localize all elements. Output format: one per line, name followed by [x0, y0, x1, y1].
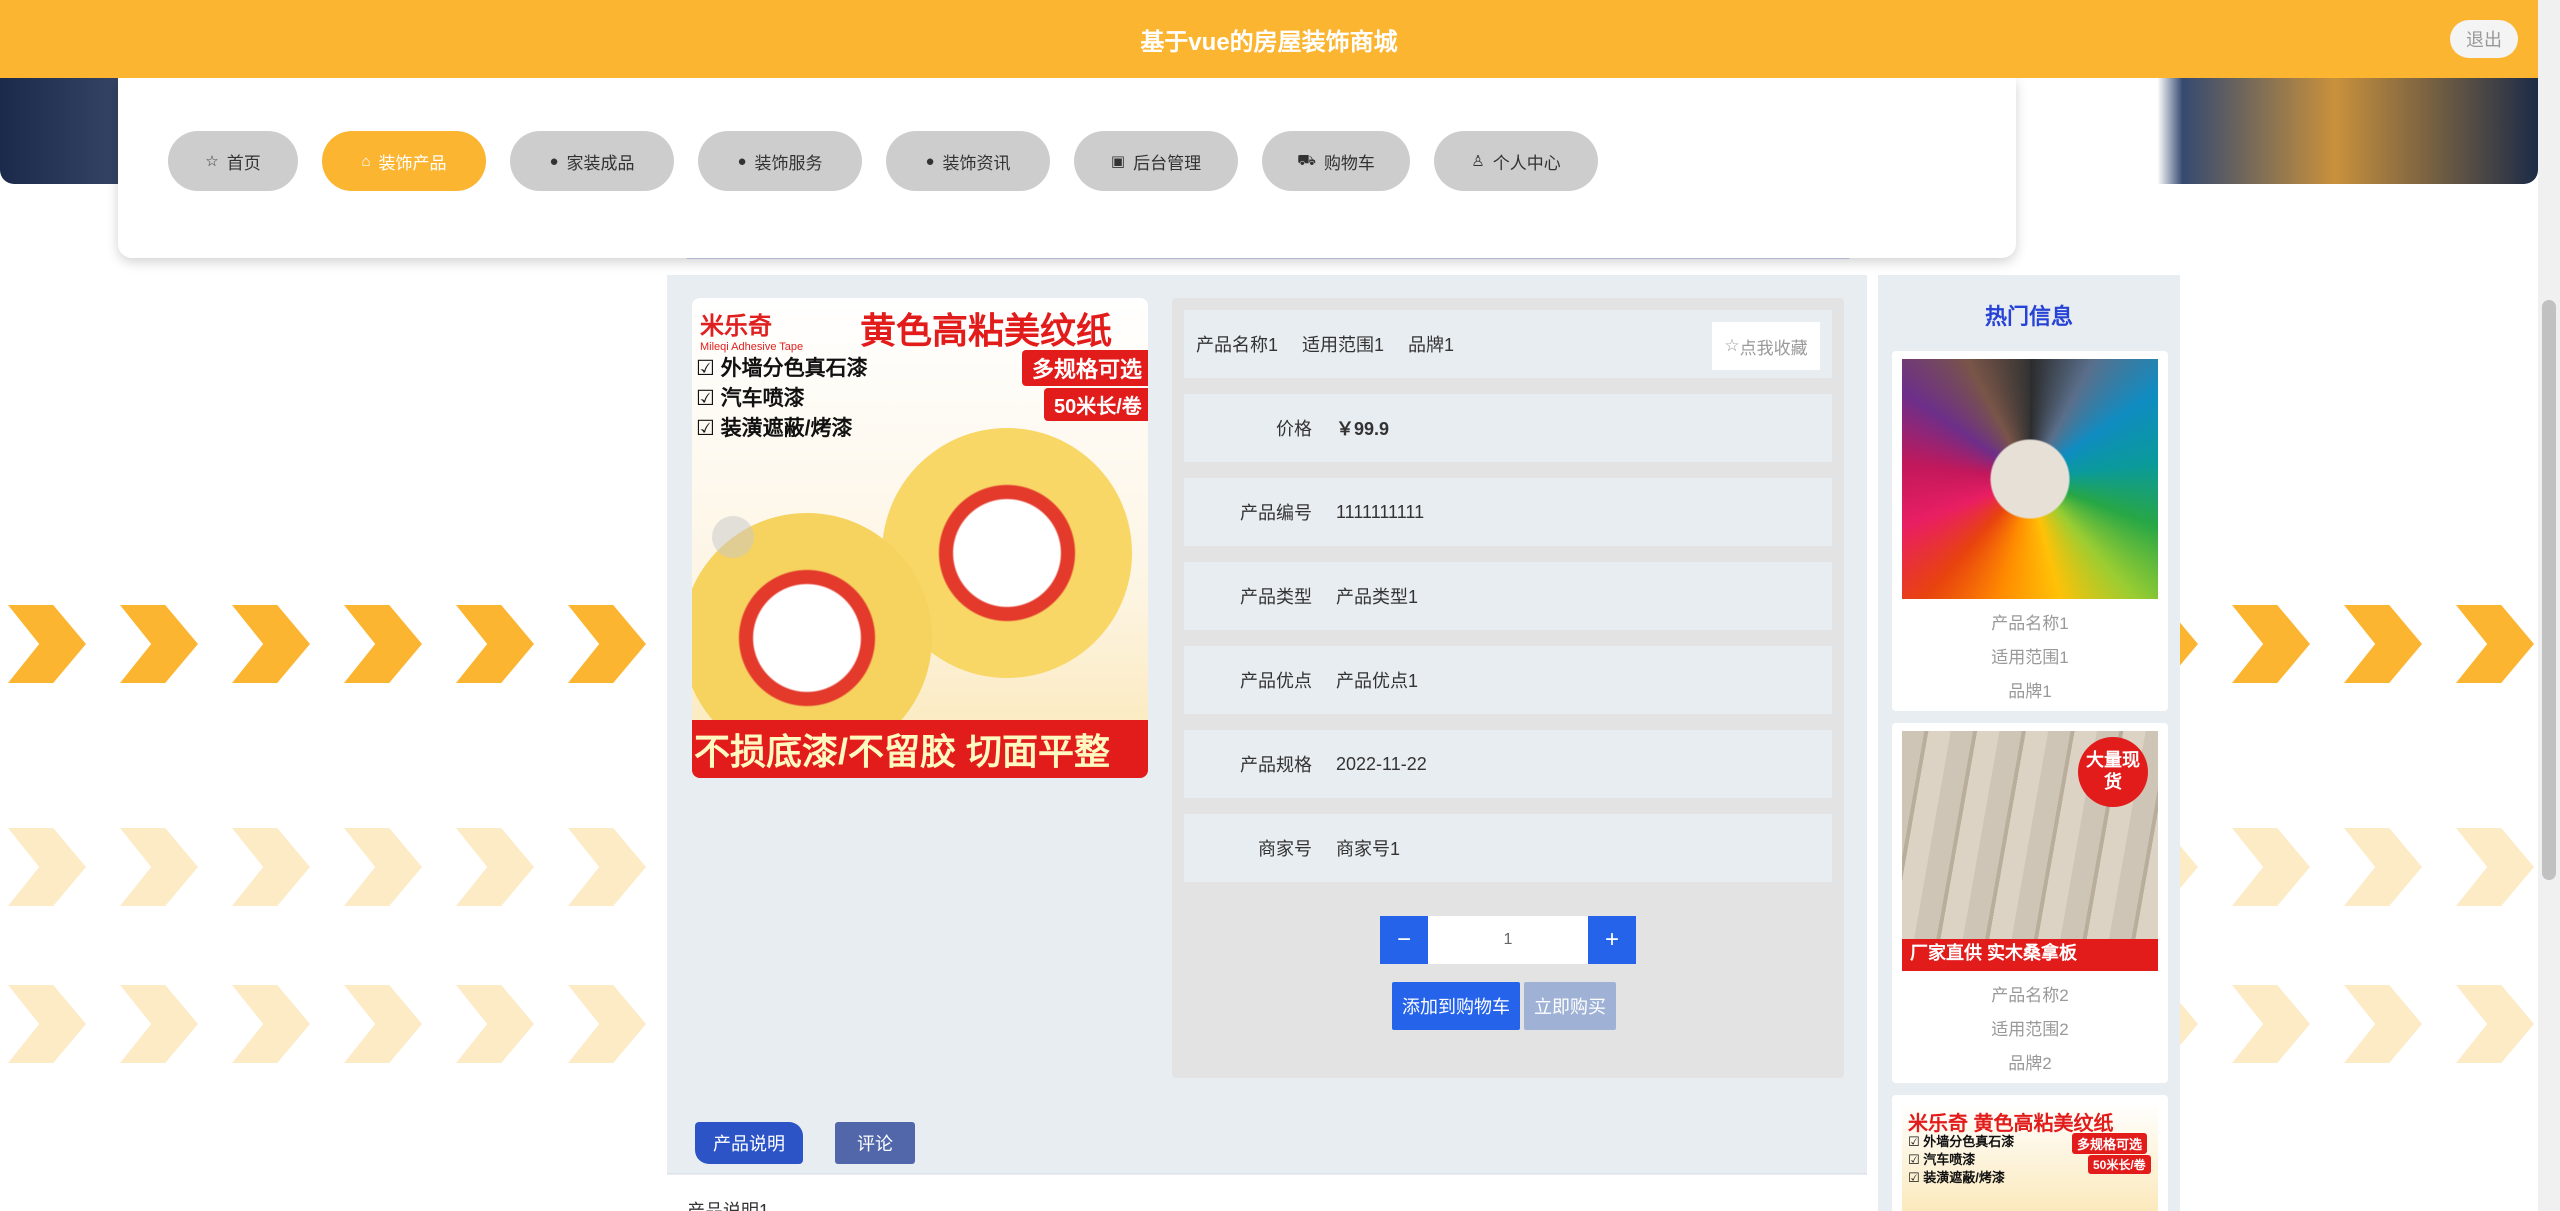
- nav-admin-label: 后台管理: [1133, 153, 1202, 173]
- logout-button[interactable]: 退出: [2450, 20, 2518, 58]
- nav-admin[interactable]: ▣ 后台管理: [1074, 131, 1238, 191]
- hot-item-image-header: 米乐奇 黄色高粘美纹纸: [1908, 1113, 2114, 1135]
- hot-item-brand: 品牌1: [2008, 682, 2052, 701]
- gift-icon: ▣: [1110, 153, 1126, 170]
- image-tag-length: 50米长/卷: [1044, 388, 1148, 421]
- nav-decor-services[interactable]: ● 装饰服务: [698, 131, 862, 191]
- nav-home[interactable]: ☆ 首页: [168, 131, 298, 191]
- advantage-row: 产品优点 产品优点1: [1184, 646, 1832, 714]
- code-label: 产品编号: [1240, 503, 1312, 523]
- tab-description[interactable]: 产品说明: [695, 1122, 803, 1164]
- nav-decor-news[interactable]: ● 装饰资讯: [886, 131, 1050, 191]
- info-icon: ●: [549, 152, 559, 170]
- merchant-value: 商家号1: [1336, 839, 1401, 859]
- hot-item-image-tag: 50米长/卷: [2088, 1155, 2151, 1174]
- hot-info-title: 热门信息: [1984, 304, 2073, 329]
- hot-item-image-footer: 厂家直供 实木桑拿板: [1902, 939, 2158, 971]
- nav-card: ☆ 首页 ⌂ 装饰产品 ● 家装成品 ● 装饰服务 ● 装饰资讯 ▣ 后台管理 …: [118, 78, 2016, 258]
- user-icon: ♙: [1471, 153, 1485, 170]
- nav-decor-services-label: 装饰服务: [754, 153, 823, 173]
- bag-icon: ⌂: [361, 152, 371, 170]
- nav-home-label: 首页: [226, 153, 261, 173]
- nav-cart[interactable]: ⛟ 购物车: [1262, 131, 1410, 191]
- image-headline: 黄色高粘美纹纸: [860, 310, 1113, 351]
- hot-item-name: 产品名称1: [1991, 614, 2069, 633]
- hot-item-badge: 大量现货: [2078, 737, 2148, 807]
- nav-cart-label: 购物车: [1323, 153, 1375, 173]
- nav-user-center-label: 个人中心: [1492, 153, 1561, 173]
- price-value: ￥99.9: [1336, 419, 1390, 439]
- hot-item-name: 产品名称2: [1991, 986, 2069, 1005]
- hot-item-scope: 适用范围2: [1991, 1020, 2069, 1039]
- product-brand: 品牌1: [1408, 335, 1455, 355]
- hot-item-card[interactable]: 大量现货 厂家直供 实木桑拿板 产品名称2 适用范围2 品牌2: [1892, 723, 2168, 1083]
- type-row: 产品类型 产品类型1: [1184, 562, 1832, 630]
- question-icon: ●: [737, 152, 747, 170]
- advantage-value: 产品优点1: [1336, 671, 1419, 691]
- add-to-cart-button[interactable]: 添加到购物车: [1392, 982, 1520, 1030]
- nav-home-finished[interactable]: ● 家装成品: [510, 131, 674, 191]
- code-value: 1111111111: [1336, 501, 1425, 522]
- tab-content: 产品说明1: [667, 1175, 1867, 1211]
- quantity-decrease-button[interactable]: −: [1380, 916, 1428, 964]
- product-title-row: 产品名称1 适用范围1 品牌1 ☆ 点我收藏: [1184, 310, 1832, 378]
- site-title: 基于vue的房屋装饰商城: [1140, 28, 1398, 56]
- top-bar: 基于vue的房屋装饰商城 退出: [0, 0, 2538, 78]
- hot-item-card[interactable]: 米乐奇 黄色高粘美纹纸 ☑ 外墙分色真石漆 ☑ 汽车喷漆 ☑ 装潢遮蔽/烤漆 多…: [1892, 1095, 2168, 1211]
- nav-user-center[interactable]: ♙ 个人中心: [1434, 131, 1598, 191]
- image-brand: 米乐奇 Mileqi Adhesive Tape: [700, 313, 804, 353]
- product-image-carousel[interactable]: 米乐奇 Mileqi Adhesive Tape 黄色高粘美纹纸 多规格可选 5…: [692, 298, 1148, 778]
- info-icon: ●: [925, 152, 935, 170]
- type-label: 产品类型: [1240, 587, 1312, 607]
- hot-item-image: [1902, 359, 2158, 599]
- hot-item-image-bullets: ☑ 外墙分色真石漆 ☑ 汽车喷漆 ☑ 装潢遮蔽/烤漆: [1908, 1134, 2015, 1185]
- image-tag-specs: 多规格可选: [1022, 350, 1148, 386]
- tab-comments[interactable]: 评论: [835, 1122, 915, 1164]
- type-value: 产品类型1: [1336, 587, 1419, 607]
- product-name: 产品名称1: [1196, 335, 1279, 355]
- nav-decor-products[interactable]: ⌂ 装饰产品: [322, 131, 486, 191]
- carousel-prev-button[interactable]: [712, 516, 754, 558]
- image-bullets: ☑ 外墙分色真石漆 ☑ 汽车喷漆 ☑ 装潢遮蔽/烤漆: [696, 357, 868, 440]
- quantity-stepper: − +: [1380, 916, 1636, 964]
- hot-item-image-tag: 多规格可选: [2072, 1133, 2148, 1154]
- spec-label: 产品规格: [1240, 755, 1312, 775]
- favorite-button[interactable]: ☆ 点我收藏: [1712, 322, 1820, 370]
- merchant-label: 商家号: [1258, 839, 1312, 859]
- price-row: 价格 ￥99.9: [1184, 394, 1832, 462]
- hot-item-scope: 适用范围1: [1991, 648, 2069, 667]
- star-icon: ☆: [1724, 336, 1740, 355]
- quantity-increase-button[interactable]: +: [1588, 916, 1636, 964]
- cart-icon: ⛟: [1297, 151, 1316, 169]
- hot-item-brand: 品牌2: [2008, 1054, 2052, 1073]
- advantage-label: 产品优点: [1240, 671, 1312, 691]
- code-row: 产品编号 1111111111: [1184, 478, 1832, 546]
- star-icon: ☆: [205, 153, 219, 170]
- scrollbar-thumb[interactable]: [2542, 300, 2556, 880]
- nav-home-finished-label: 家装成品: [566, 153, 635, 173]
- quantity-input[interactable]: [1428, 916, 1588, 964]
- merchant-row: 商家号 商家号1: [1184, 814, 1832, 882]
- image-footer: 不损底漆/不留胶 切面平整: [692, 720, 1148, 778]
- price-label: 价格: [1276, 419, 1312, 439]
- nav-decor-products-label: 装饰产品: [378, 153, 447, 173]
- hot-info-panel: 热门信息 产品名称1 适用范围1 品牌1 大量现货 厂家直供 实木桑拿板 产品名…: [1878, 275, 2180, 1211]
- hot-item-card[interactable]: 产品名称1 适用范围1 品牌1: [1892, 351, 2168, 711]
- spec-value: 2022-11-22: [1336, 753, 1427, 774]
- product-scope: 适用范围1: [1302, 335, 1385, 355]
- detail-tabs: 产品说明 评论: [667, 1102, 1867, 1174]
- spec-row: 产品规格 2022-11-22: [1184, 730, 1832, 798]
- hot-item-image: 米乐奇 黄色高粘美纹纸 ☑ 外墙分色真石漆 ☑ 汽车喷漆 ☑ 装潢遮蔽/烤漆 多…: [1902, 1103, 2158, 1211]
- nav-decor-news-label: 装饰资讯: [942, 153, 1011, 173]
- page-scrollbar[interactable]: [2538, 0, 2560, 1211]
- buy-now-button[interactable]: 立即购买: [1524, 982, 1616, 1030]
